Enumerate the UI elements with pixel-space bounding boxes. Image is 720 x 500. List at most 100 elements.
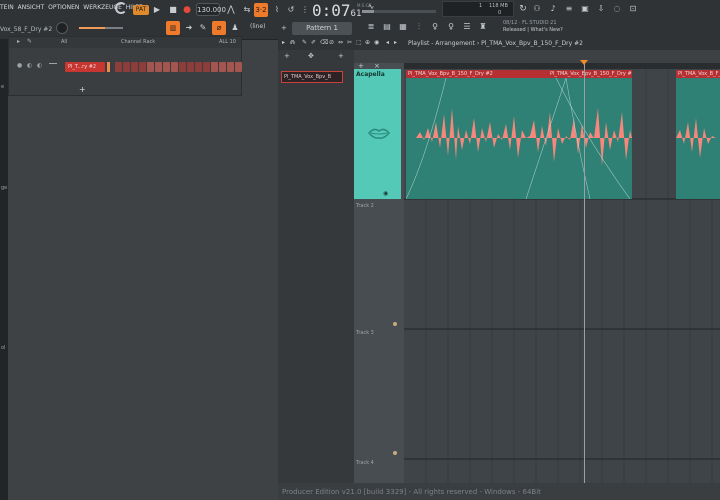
touch-controller-icon[interactable]: ☰ [460,20,474,34]
menu-view[interactable]: ANSICHT [18,4,45,11]
step-button[interactable] [155,62,162,72]
channel-mixer-track[interactable] [49,63,57,64]
playlist-toolbar[interactable]: ▸ ⋒ ✎ ✐ ⌫ ⊘ ⇔ ✂ ⬚ ⊕ ◉ ◂ ▸ Playlist - Arr… [278,38,720,50]
undo-history-icon[interactable]: ↻ [516,2,530,16]
export-icon[interactable]: ⇩ [594,2,608,16]
slip-tool-icon[interactable]: ⇔ [338,39,343,46]
channel-rack-icon[interactable]: ▦ [396,20,410,34]
delete-tool-icon[interactable]: ⌫ [320,39,328,46]
audio-settings-icon[interactable]: ≡ [562,2,576,16]
slice-tool-icon[interactable]: ✂ [347,39,352,46]
step-button[interactable] [211,62,218,72]
tempo-display[interactable]: 130.000 [196,3,226,16]
project-browser-icon[interactable]: ♜ [476,20,490,34]
draw-tool-icon[interactable]: ✎ [302,39,307,46]
master-volume-slider[interactable] [79,27,123,29]
scroll-right-icon[interactable]: ▸ [394,39,397,46]
news-panel[interactable]: 08/12 · FL STUDIO 21 Released | What's N… [503,20,563,34]
channel-name-button[interactable]: Pl_T...ry #2 [65,62,105,72]
snap-selector[interactable]: (line) [250,23,266,30]
channel-pan-knob-icon[interactable]: ◐ [27,62,32,69]
step-button[interactable] [195,62,202,72]
song-position-bar[interactable] [362,10,436,13]
step-button[interactable] [235,62,242,72]
channel-volume-knob-icon[interactable]: ◐ [37,62,42,69]
stop-icon[interactable]: ■ [166,3,180,17]
paint-tool-icon[interactable]: ✐ [311,39,316,46]
picker-back-icon[interactable]: + [284,52,290,60]
blend-notes-icon[interactable]: ⌇ [270,3,284,17]
step-button[interactable] [123,62,130,72]
mixer-icon[interactable]: ⫶ [412,20,426,34]
track-name-acapella[interactable]: Acapella [356,71,385,78]
playhead[interactable] [584,63,585,483]
online-icon[interactable]: ⚇ [530,2,544,16]
browser-icon[interactable]: ⊡ [626,2,640,16]
step-button[interactable] [179,62,186,72]
snap-icon[interactable]: ➜ [182,21,196,35]
channel-select-indicator[interactable] [107,62,110,72]
stamp-icon[interactable]: ♟ [228,21,242,35]
metronome-icon[interactable]: ⋀ [224,3,238,17]
mic-icon[interactable]: ♪ [546,2,560,16]
step-button[interactable] [227,62,234,72]
menu-file[interactable]: TEIN [0,4,14,11]
track-4-led[interactable] [393,451,397,455]
channel-filter[interactable]: All [61,39,67,45]
browser-panel[interactable] [0,40,8,500]
step-button[interactable] [131,62,138,72]
step-button[interactable] [147,62,154,72]
song-mode-toggle[interactable] [115,2,127,14]
track-name-4[interactable]: Track 4 [356,460,374,466]
track-3-led[interactable] [393,322,397,326]
master-pitch-knob[interactable] [56,22,68,34]
playback-tool-icon[interactable]: ◉ [374,39,379,46]
audio-clip-header-3[interactable]: Pl_TMA_Vox_B_F_Dry [676,70,720,78]
step-button[interactable] [139,62,146,72]
playhead-marker-icon[interactable] [580,60,588,65]
track-name-3[interactable]: Track 3 [356,330,374,336]
rack-options-icon[interactable]: ▸ [17,38,20,45]
channel-mute-led-icon[interactable]: ● [17,62,22,69]
track-name-2[interactable]: Track 2 [356,203,374,209]
plugin-icon[interactable]: ♀ [428,20,442,34]
channel-rack-header[interactable]: ▸ ✎ All Channel Rack ALL 10 [9,37,241,48]
pattern-selector[interactable]: Pattern 1 [292,22,352,35]
chat-icon[interactable]: ◌ [610,2,624,16]
playlist-picker-panel[interactable]: + ✥ + [278,50,354,500]
step-button[interactable] [187,62,194,72]
magnet-icon[interactable]: ⋒ [290,39,295,46]
step-sequencer[interactable] [115,62,242,72]
step-button[interactable] [171,62,178,72]
step-button[interactable] [115,62,122,72]
plugin-picker-icon[interactable]: ♀ [444,20,458,34]
timeline-ruler[interactable] [404,63,720,69]
step-button[interactable] [163,62,170,72]
scroll-left-icon[interactable]: ◂ [386,39,389,46]
add-channel-button[interactable]: + [79,85,86,94]
playlist-icon[interactable]: ≣ [364,20,378,34]
pattern-add-icon[interactable]: + [281,24,287,32]
select-tool-icon[interactable]: ⬚ [356,39,362,46]
link-icon[interactable]: ⌀ [212,21,226,35]
step-button[interactable] [219,62,226,72]
time-display[interactable]: 0:0761 [312,1,361,20]
step-button[interactable] [203,62,210,72]
loop-record-icon[interactable]: ↺ [284,3,298,17]
audio-clip-header-2[interactable]: Pl_TMA_Vox_Bpv_B_150_F_Dry #2 [548,70,632,78]
piano-roll-view-icon[interactable]: ▤ [380,20,394,34]
rack-wrench-icon[interactable]: ✎ [27,38,32,45]
clip-source-button[interactable]: Pl_TMA_Vox_Bpv_B [281,71,343,83]
playlist-options-icon[interactable]: ▸ [282,39,285,46]
picker-add-icon[interactable]: + [338,52,344,60]
brush-icon[interactable]: ✎ [196,21,210,35]
countdown-icon[interactable]: ⇆ [240,3,254,17]
channel-rack-window[interactable]: ▸ ✎ All Channel Rack ALL 10 ● ◐ ◐ Pl_T..… [8,36,242,96]
track-eye-icon[interactable]: ◉ [383,190,388,197]
zoom-tool-icon[interactable]: ⊕ [365,39,370,46]
play-icon[interactable]: ▶ [150,3,164,17]
menu-options[interactable]: OPTIONEN [48,4,79,11]
mute-tool-icon[interactable]: ⊘ [329,39,334,46]
channel-row[interactable]: ● ◐ ◐ Pl_T...ry #2 [13,59,242,72]
save-icon[interactable]: ▣ [578,2,592,16]
